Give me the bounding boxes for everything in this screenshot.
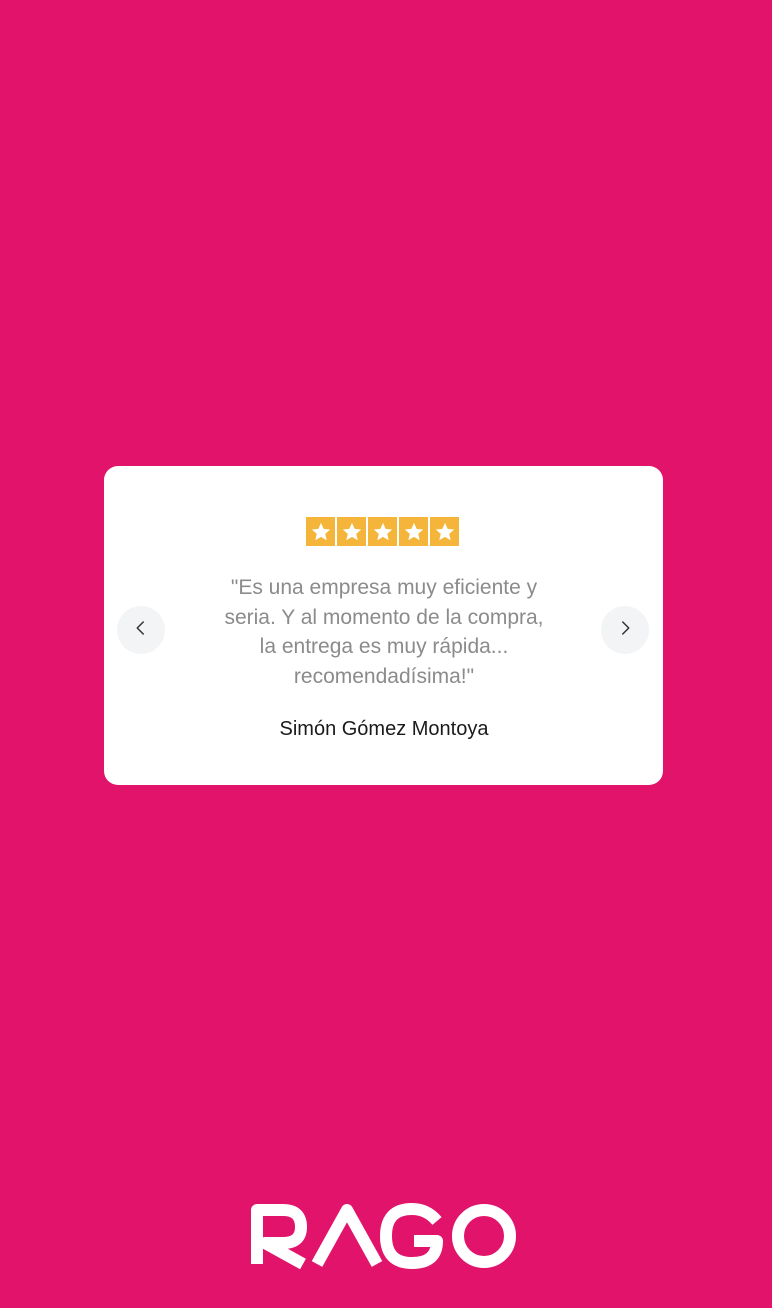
chevron-right-icon [616,619,634,642]
previous-testimonial-button[interactable] [117,606,165,654]
rago-logo [251,1203,516,1269]
testimonial-author: Simón Gómez Montoya [279,718,489,740]
star-icon [337,517,366,546]
star-icon [368,517,397,546]
next-testimonial-button[interactable] [601,606,649,654]
rating-stars [306,517,459,546]
star-icon [430,517,459,546]
star-icon [306,517,335,546]
testimonial-screen: "Es una empresa muy eficiente y seria. Y… [0,0,772,1308]
chevron-left-icon [132,619,150,642]
testimonial-quote: "Es una empresa muy eficiente y seria. Y… [224,576,544,688]
star-icon [399,517,428,546]
